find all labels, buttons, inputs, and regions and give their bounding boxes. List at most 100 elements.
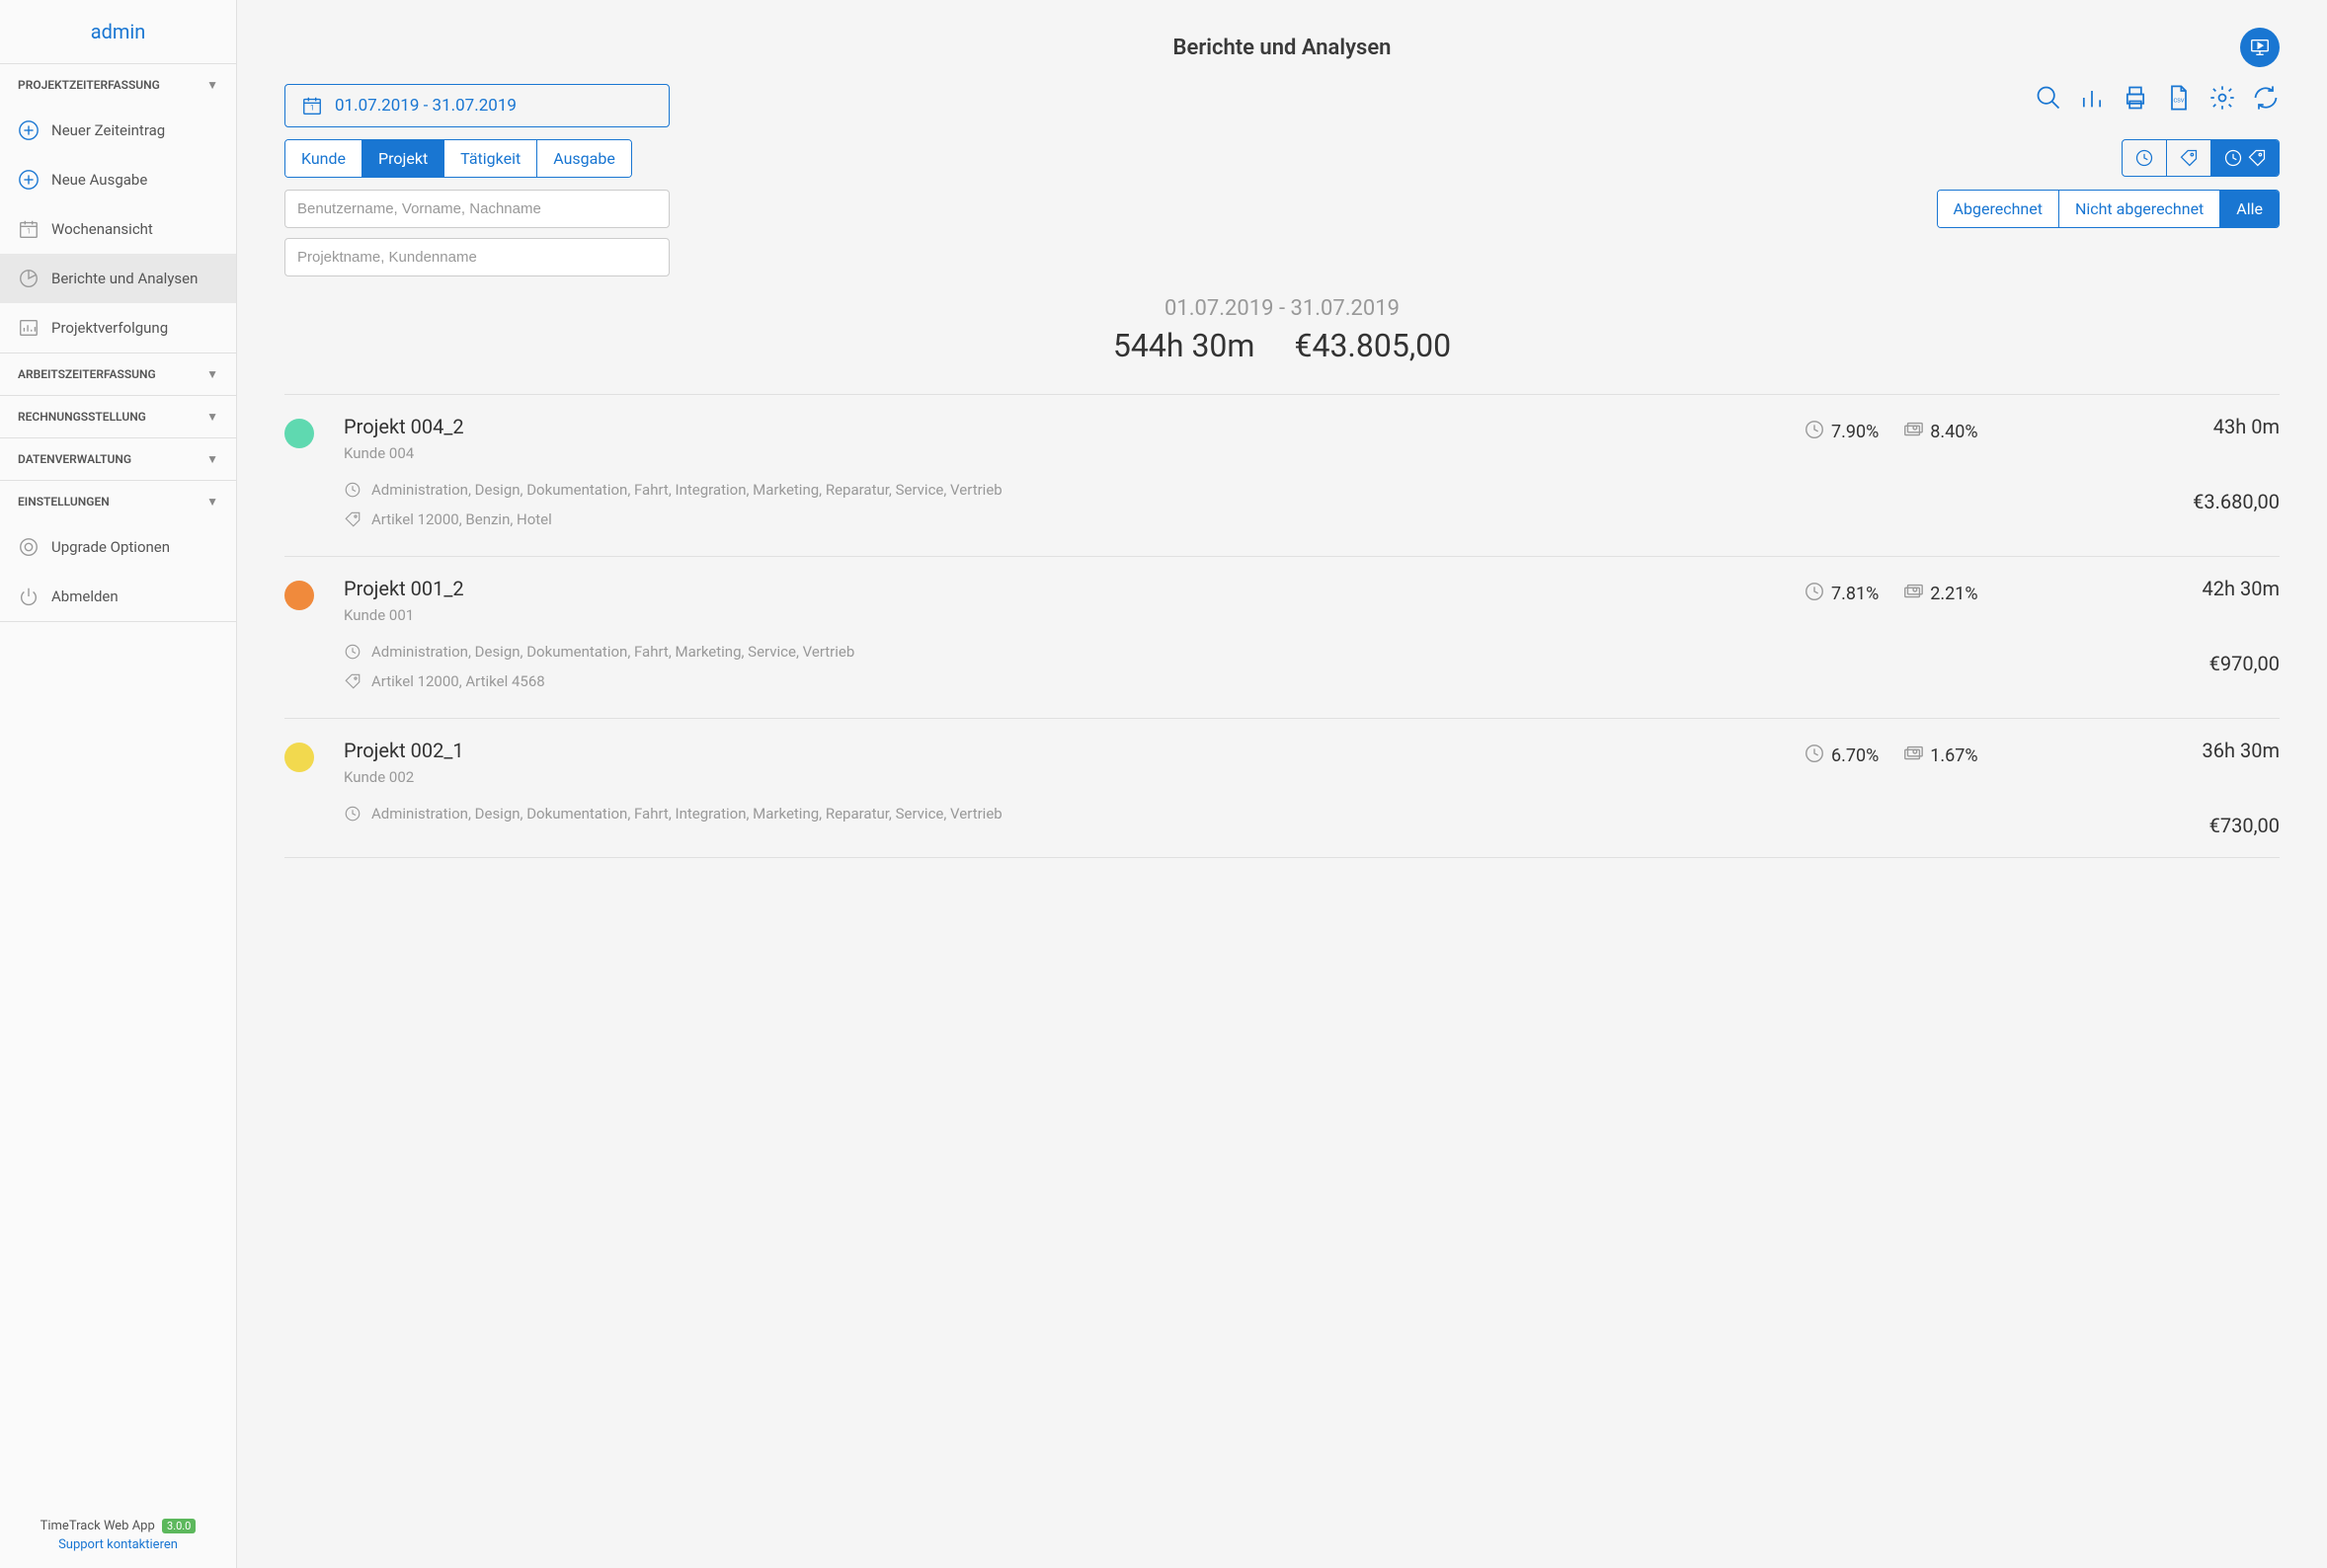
nav-section-header-daten[interactable]: DATENVERWALTUNG ▼ (0, 438, 236, 480)
export-csv-button[interactable]: CSV (2165, 84, 2193, 112)
clock-icon (344, 478, 361, 508)
nav-label: Wochenansicht (51, 220, 153, 238)
settings-button[interactable] (2208, 84, 2236, 112)
tag-icon (2179, 148, 2199, 168)
nav-label: Abmelden (51, 588, 119, 605)
time-percent: 7.90% (1831, 422, 1879, 442)
cost-percent: 8.40% (1930, 422, 1977, 442)
chevron-down-icon: ▼ (206, 410, 218, 424)
power-icon (18, 586, 40, 607)
nav-section-title: PROJEKTZEITERFASSUNG (18, 78, 160, 92)
chart-button[interactable] (2078, 84, 2106, 112)
chevron-down-icon: ▼ (206, 495, 218, 509)
svg-text:1: 1 (27, 227, 31, 236)
nav-section-arbeitszeit: ARBEITSZEITERFASSUNG ▼ (0, 353, 236, 396)
project-percentages: 6.70% 1.67% (1804, 739, 2120, 769)
money-icon (1902, 419, 1924, 445)
summary: 01.07.2019 - 31.07.2019 544h 30m €43.805… (284, 296, 2280, 364)
nav-section-rechnung: RECHNUNGSSTELLUNG ▼ (0, 396, 236, 438)
refresh-icon (2252, 84, 2280, 112)
printer-icon (2122, 84, 2149, 112)
clock-icon (1804, 419, 1825, 445)
nav-item-berichte[interactable]: Berichte und Analysen (0, 254, 236, 303)
tab-nicht-abgerechnet[interactable]: Nicht abgerechnet (2059, 191, 2220, 227)
project-activities: Administration, Design, Dokumentation, F… (344, 640, 1792, 669)
gear-icon (2208, 84, 2236, 112)
plus-circle-icon (18, 169, 40, 191)
project-activities: Administration, Design, Dokumentation, F… (344, 802, 1792, 831)
tab-ausgabe[interactable]: Ausgabe (537, 140, 631, 177)
project-percentages: 7.81% 2.21% (1804, 577, 2120, 607)
nav-section-einstellungen: EINSTELLUNGEN ▼ Upgrade Optionen Abmelde… (0, 481, 236, 622)
tag-icon (2247, 148, 2267, 168)
nav-item-wochenansicht[interactable]: 1 Wochenansicht (0, 204, 236, 254)
nav-item-upgrade[interactable]: Upgrade Optionen (0, 522, 236, 572)
chevron-down-icon: ▼ (206, 452, 218, 466)
tab-kunde[interactable]: Kunde (285, 140, 362, 177)
mode-both[interactable] (2211, 140, 2279, 176)
date-range-picker[interactable]: 1 01.07.2019 - 31.07.2019 (284, 84, 670, 127)
nav-label: Neuer Zeiteintrag (51, 121, 165, 139)
tag-icon (344, 508, 361, 537)
chevron-down-icon: ▼ (206, 367, 218, 381)
project-color-dot (284, 581, 314, 610)
tab-projekt[interactable]: Projekt (362, 140, 444, 177)
nav-section-header-arbeitszeit[interactable]: ARBEITSZEITERFASSUNG ▼ (0, 353, 236, 395)
project-name: Projekt 004_2 (344, 415, 1792, 438)
project-row[interactable]: Projekt 004_2 Kunde 004 Administration, … (284, 395, 2280, 557)
project-list: Projekt 004_2 Kunde 004 Administration, … (284, 394, 2280, 858)
money-icon (1902, 743, 1924, 769)
nav-item-abmelden[interactable]: Abmelden (0, 572, 236, 621)
tab-taetigkeit[interactable]: Tätigkeit (444, 140, 537, 177)
clock-icon (2134, 148, 2154, 168)
mode-cost[interactable] (2167, 140, 2211, 176)
support-link[interactable]: Support kontaktieren (16, 1537, 220, 1552)
search-button[interactable] (2035, 84, 2062, 112)
nav-label: Berichte und Analysen (51, 270, 198, 287)
display-mode-tabs (2122, 139, 2280, 177)
nav-section-daten: DATENVERWALTUNG ▼ (0, 438, 236, 481)
project-row[interactable]: Projekt 002_1 Kunde 002 Administration, … (284, 719, 2280, 858)
sidebar-footer: TimeTrack Web App 3.0.0 Support kontakti… (0, 1503, 236, 1568)
nav-section-title: DATENVERWALTUNG (18, 452, 131, 466)
nav-item-projektverfolgung[interactable]: Projektverfolgung (0, 303, 236, 353)
summary-date-range: 01.07.2019 - 31.07.2019 (284, 296, 2280, 321)
nav-item-neue-ausgabe[interactable]: Neue Ausgabe (0, 155, 236, 204)
refresh-button[interactable] (2252, 84, 2280, 112)
project-percentages: 7.90% 8.40% (1804, 415, 2120, 445)
nav-section-header-projektzeit[interactable]: PROJEKTZEITERFASSUNG ▼ (0, 64, 236, 106)
project-client: Kunde 001 (344, 606, 1792, 624)
nav-section-title: RECHNUNGSSTELLUNG (18, 410, 146, 424)
search-icon (2035, 84, 2062, 112)
project-filter-input[interactable] (284, 238, 670, 276)
user-filter-input[interactable] (284, 190, 670, 228)
nav-section-title: EINSTELLUNGEN (18, 495, 110, 509)
cost-percent: 1.67% (1930, 745, 1977, 766)
tab-alle[interactable]: Alle (2220, 191, 2279, 227)
project-amount: €3.680,00 (2131, 490, 2280, 513)
project-hours: 42h 30m (2131, 577, 2280, 600)
clock-icon (1804, 743, 1825, 769)
nav-item-neuer-zeiteintrag[interactable]: Neuer Zeiteintrag (0, 106, 236, 155)
nav-section-header-rechnung[interactable]: RECHNUNGSSTELLUNG ▼ (0, 396, 236, 437)
chevron-down-icon: ▼ (206, 78, 218, 92)
project-expenses: Artikel 12000, Artikel 4568 (344, 669, 1792, 699)
tab-abgerechnet[interactable]: Abgerechnet (1938, 191, 2059, 227)
sidebar: admin PROJEKTZEITERFASSUNG ▼ Neuer Zeite… (0, 0, 237, 1568)
project-row[interactable]: Projekt 001_2 Kunde 001 Administration, … (284, 557, 2280, 719)
project-amount: €730,00 (2131, 814, 2280, 837)
nav-section-header-einstellungen[interactable]: EINSTELLUNGEN ▼ (0, 481, 236, 522)
page-title: Berichte und Analysen (284, 36, 2280, 60)
bar-chart-icon (2078, 84, 2106, 112)
sidebar-user[interactable]: admin (0, 0, 236, 64)
cost-percent: 2.21% (1930, 584, 1977, 604)
clock-icon (1804, 581, 1825, 607)
project-color-dot (284, 419, 314, 448)
nav-section-projektzeit: PROJEKTZEITERFASSUNG ▼ Neuer Zeiteintrag… (0, 64, 236, 353)
mode-time[interactable] (2123, 140, 2167, 176)
video-help-button[interactable] (2240, 28, 2280, 67)
print-button[interactable] (2122, 84, 2149, 112)
project-name: Projekt 002_1 (344, 739, 1792, 762)
project-hours: 43h 0m (2131, 415, 2280, 438)
tag-icon (344, 669, 361, 699)
